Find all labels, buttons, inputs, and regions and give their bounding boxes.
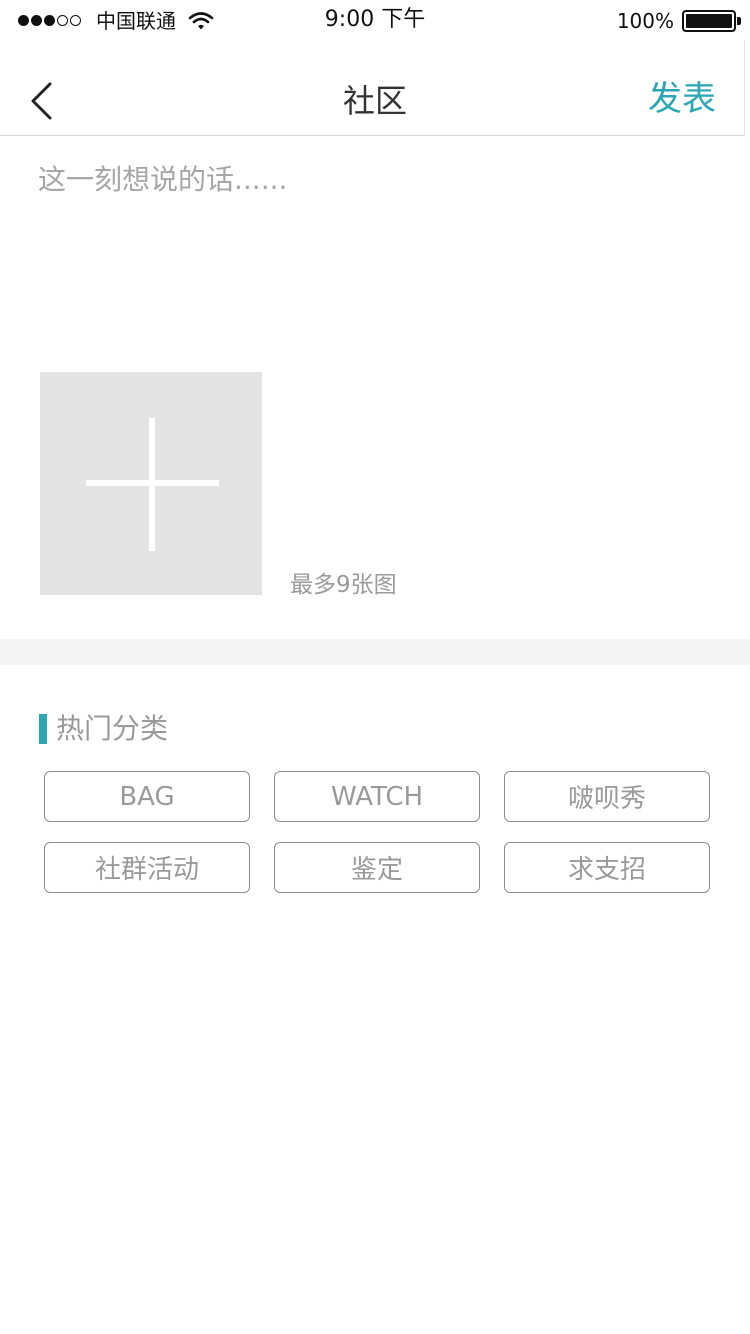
section-divider bbox=[0, 639, 750, 665]
status-bar: 中国联通 9:00 下午 100% bbox=[0, 0, 750, 40]
page-title: 社区 bbox=[342, 82, 407, 120]
category-button-watch[interactable]: WATCH bbox=[274, 771, 480, 822]
categories-heading: 热门分类 bbox=[56, 712, 169, 745]
category-grid: BAG WATCH 啵呗秀 社群活动 鉴定 求支招 bbox=[44, 771, 710, 893]
category-button-community-events[interactable]: 社群活动 bbox=[44, 842, 250, 893]
battery-icon bbox=[682, 10, 736, 32]
photo-limit-hint: 最多9张图 bbox=[290, 572, 397, 598]
plus-icon bbox=[149, 418, 155, 551]
add-photo-button[interactable] bbox=[40, 372, 262, 595]
category-button-ask-advice[interactable]: 求支招 bbox=[504, 842, 710, 893]
navigation-bar: 社区 发表 bbox=[0, 40, 745, 136]
section-accent-bar bbox=[39, 714, 47, 744]
publish-button[interactable]: 发表 bbox=[648, 77, 716, 121]
category-button-bag[interactable]: BAG bbox=[44, 771, 250, 822]
battery-tip bbox=[737, 17, 741, 25]
post-text-input[interactable] bbox=[38, 158, 708, 328]
category-button-show[interactable]: 啵呗秀 bbox=[504, 771, 710, 822]
battery-level bbox=[686, 14, 732, 28]
category-button-authentication[interactable]: 鉴定 bbox=[274, 842, 480, 893]
battery-percentage: 100% bbox=[616, 9, 674, 33]
